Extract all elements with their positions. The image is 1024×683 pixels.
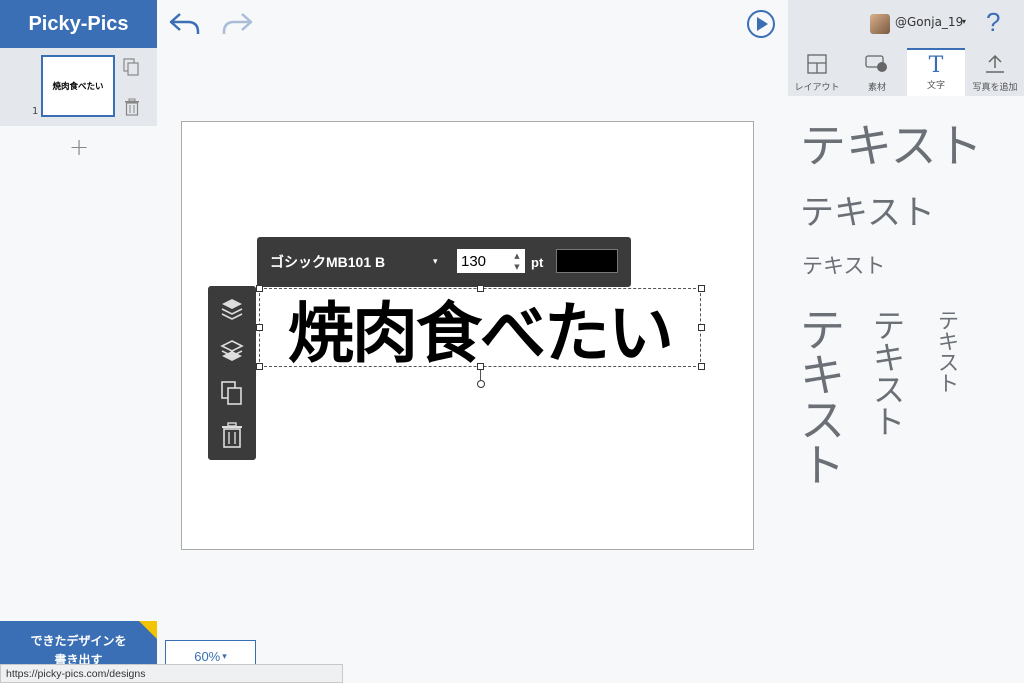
char: キ [873,339,906,377]
chevron-down-icon[interactable]: ▾ [962,17,966,26]
char: テ [800,304,846,357]
tab-label: レイアウト [794,83,840,93]
chevron-down-icon[interactable]: ▼ [514,263,519,271]
tab-material[interactable]: 素材 [848,48,906,96]
tab-label: 素材 [867,83,886,93]
selection-box [259,288,701,367]
text-icon: T [928,53,944,78]
page-number: 1 [32,106,39,117]
help-icon[interactable]: ? [986,7,1000,38]
duplicate-page-icon[interactable] [123,58,139,80]
char: ス [873,371,906,409]
resize-handle[interactable] [256,363,263,370]
vertical-text-sample-small[interactable]: テ キ ス ト [938,311,959,395]
resize-handle[interactable] [477,363,484,370]
text-color-swatch[interactable] [556,249,618,273]
tab-label: 文字 [926,81,945,91]
chevron-up-icon[interactable]: ▲ [514,252,519,260]
char: テ [873,307,906,345]
duplicate-icon[interactable] [219,379,245,407]
avatar[interactable] [870,14,890,34]
char: ト [938,372,959,396]
redo-icon[interactable] [220,10,254,42]
vertical-text-sample-medium[interactable]: テ キ ス ト [873,310,905,438]
text-sample-medium[interactable]: テキスト [800,185,935,234]
page-thumbnail[interactable]: 焼肉食べたい [41,55,115,117]
resize-handle[interactable] [256,324,263,331]
export-label: できたデザインを [30,634,127,648]
resize-handle[interactable] [698,324,705,331]
chevron-down-icon[interactable]: ▾ [433,257,438,267]
tab-add-photo[interactable]: 写真を追加 [966,48,1024,96]
send-backward-icon[interactable] [219,337,245,365]
resize-handle[interactable] [698,363,705,370]
corner-badge [139,621,157,639]
user-menu[interactable]: @Gonja_19 [895,15,963,29]
tab-text[interactable]: T 文字 [907,48,965,96]
rotate-handle[interactable] [477,380,485,388]
vertical-text-sample-large[interactable]: テ キ ス ト [800,308,845,488]
undo-icon[interactable] [168,10,202,42]
resize-handle[interactable] [698,285,705,292]
delete-page-icon[interactable] [124,98,140,120]
resize-handle[interactable] [256,285,263,292]
text-sample-small[interactable]: テキスト [802,250,885,280]
char: ス [938,351,959,375]
chevron-down-icon: ▾ [222,651,227,661]
char: キ [938,330,959,354]
font-size-stepper[interactable]: ▲ ▼ [511,250,523,272]
trash-icon[interactable] [219,421,245,449]
text-sample-large[interactable]: テキスト [800,110,983,176]
zoom-value: 60% [194,649,221,664]
tab-label: 写真を追加 [972,83,1018,93]
add-page-button[interactable]: + [66,133,92,161]
char: ト [800,439,846,492]
font-family-select[interactable]: ゴシックMB101 B [270,252,385,272]
font-size-unit: pt [531,255,544,270]
sticker-icon [865,54,889,78]
char: ト [873,403,906,441]
layout-icon [807,54,827,78]
char: テ [938,309,959,333]
tab-layout[interactable]: レイアウト [788,48,846,96]
char: ス [800,394,846,447]
resize-handle[interactable] [477,285,484,292]
browser-status-url: https://picky-pics.com/designs [0,664,343,683]
app-logo[interactable]: Picky-Pics [0,0,157,48]
char: キ [800,349,846,402]
upload-icon [985,54,1005,78]
preview-play-icon[interactable] [746,9,776,43]
bring-forward-icon[interactable] [219,295,245,323]
